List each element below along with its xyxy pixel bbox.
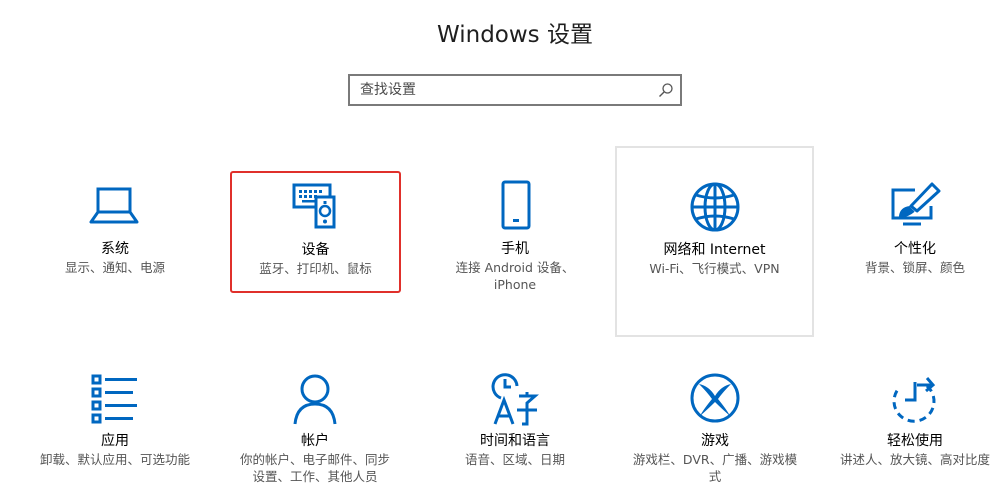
xbox-icon — [690, 373, 740, 423]
tile-network[interactable]: 网络和 Internet Wi-Fi、飞行模式、VPN — [615, 146, 814, 337]
laptop-icon — [89, 187, 139, 224]
tile-name: 手机 — [501, 241, 529, 257]
devices-icon — [292, 183, 335, 229]
tile-name: 游戏 — [701, 433, 729, 449]
globe-icon — [690, 182, 739, 232]
tile-name: 时间和语言 — [480, 433, 550, 449]
tile-name: 应用 — [101, 433, 129, 449]
page-title: Windows 设置 — [437, 22, 593, 48]
search-box[interactable] — [348, 74, 682, 106]
personalization-icon — [891, 182, 941, 226]
tile-ease-of-access[interactable]: 轻松使用 讲述人、放大镜、高对比度 — [815, 372, 998, 468]
tile-description: 蓝牙、打印机、鼠标 — [259, 261, 372, 276]
tile-phone[interactable]: 手机 连接 Android 设备、iPhone — [415, 180, 615, 293]
tile-description: 卸载、默认应用、可选功能 — [39, 452, 190, 467]
ease-of-access-icon — [892, 377, 936, 423]
tile-description: 游戏栏、DVR、广播、游戏模式 — [632, 452, 798, 484]
tile-description: 语音、区域、日期 — [464, 452, 565, 467]
phone-icon — [501, 180, 531, 230]
account-icon — [293, 374, 337, 425]
tile-name: 个性化 — [894, 241, 936, 257]
tile-gaming[interactable]: 游戏 游戏栏、DVR、广播、游戏模式 — [615, 372, 815, 485]
tile-name: 设备 — [301, 242, 330, 258]
tile-devices[interactable]: 设备 蓝牙、打印机、鼠标 — [230, 171, 401, 293]
tile-description: 背景、锁屏、颜色 — [864, 260, 965, 275]
tile-time-language[interactable]: 时间和语言 语音、区域、日期 — [415, 372, 615, 468]
tile-description: 连接 Android 设备、iPhone — [455, 260, 575, 292]
tile-name: 网络和 Internet — [663, 242, 766, 258]
search-input[interactable] — [350, 76, 660, 104]
tile-apps[interactable]: 应用 卸载、默认应用、可选功能 — [15, 372, 215, 468]
tile-system[interactable]: 系统 显示、通知、电源 — [15, 180, 215, 276]
apps-icon — [91, 374, 137, 424]
tile-description: 显示、通知、电源 — [64, 260, 165, 275]
search-icon[interactable] — [658, 82, 674, 98]
tile-description: Wi-Fi、飞行模式、VPN — [649, 261, 780, 276]
tile-name: 帐户 — [301, 433, 329, 449]
time-language-icon — [491, 373, 539, 426]
tile-description: 讲述人、放大镜、高对比度 — [839, 452, 990, 467]
tile-description: 你的帐户、电子邮件、同步设置、工作、其他人员 — [239, 452, 390, 484]
tile-name: 系统 — [101, 241, 129, 257]
tile-name: 轻松使用 — [887, 433, 943, 449]
tile-accounts[interactable]: 帐户 你的帐户、电子邮件、同步设置、工作、其他人员 — [215, 372, 415, 485]
tile-personalization[interactable]: 个性化 背景、锁屏、颜色 — [815, 180, 998, 276]
